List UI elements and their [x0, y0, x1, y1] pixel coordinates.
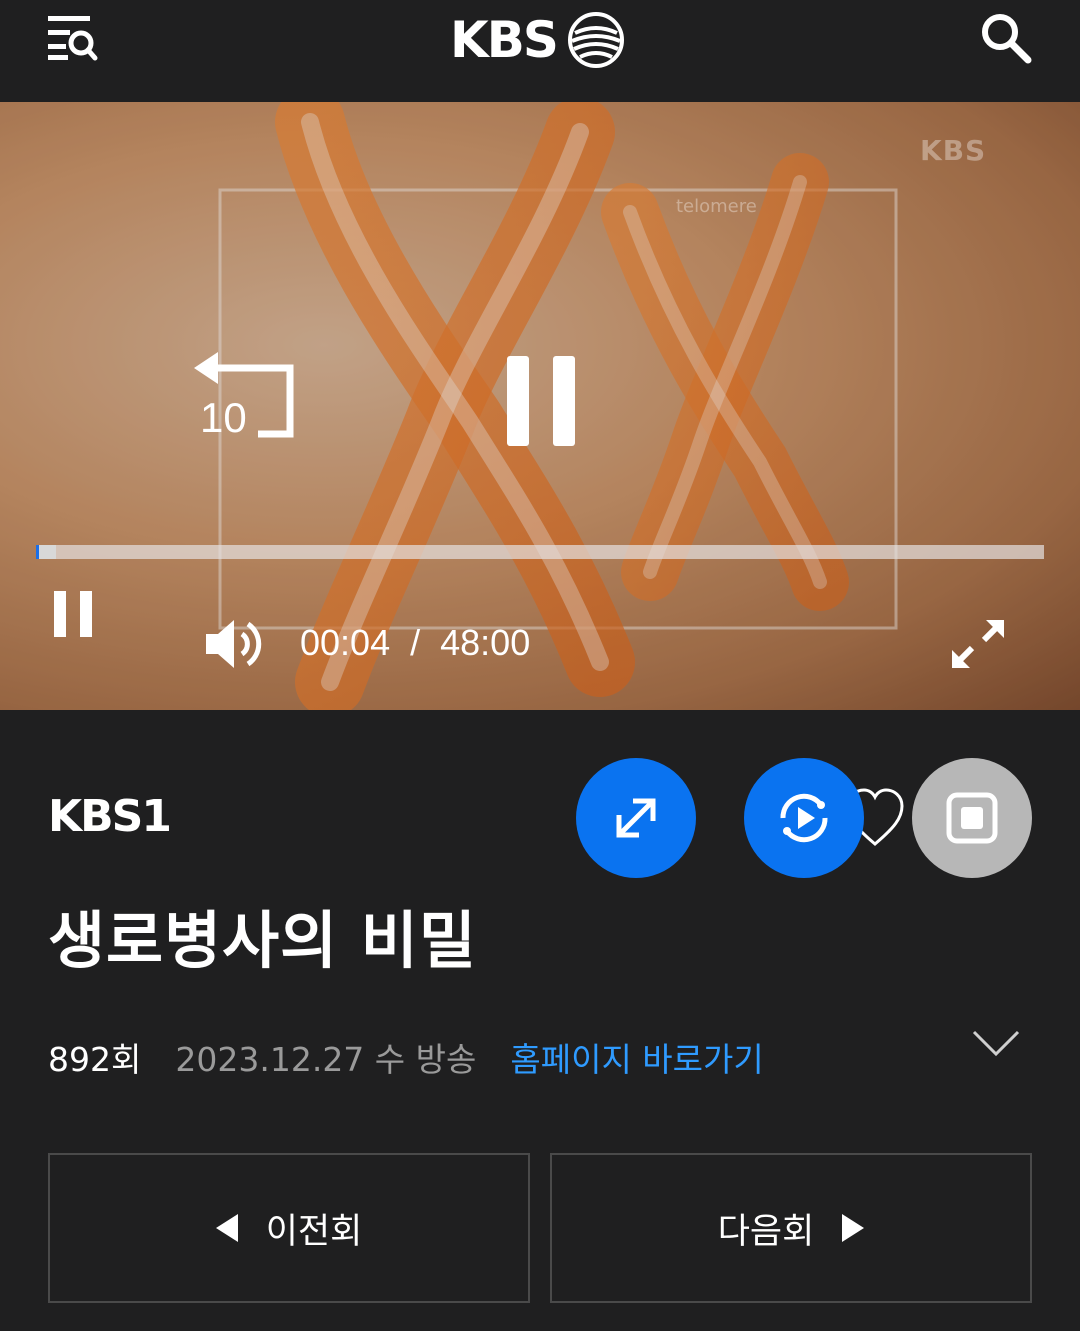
progress-bar[interactable] [36, 545, 1044, 559]
broadcaster-watermark: KBS [920, 134, 987, 167]
video-player[interactable]: KBS telomere 10 00:04 / 48:00 [0, 102, 1080, 710]
logo-text: KBS [450, 11, 559, 69]
previous-episode-button[interactable]: 이전회 [48, 1153, 530, 1303]
time-display: 00:04 / 48:00 [300, 622, 530, 664]
air-date: 2023.12.27 수 방송 [175, 1040, 477, 1079]
auto-play-button[interactable] [744, 758, 864, 878]
next-episode-button[interactable]: 다음회 [550, 1153, 1032, 1303]
search-icon[interactable] [976, 8, 1036, 68]
episode-number: 892회 [48, 1040, 142, 1079]
center-pause-button[interactable] [505, 356, 577, 446]
pause-button[interactable] [54, 591, 92, 637]
time-separator: / [410, 622, 421, 663]
video-overlay-label: telomere [676, 196, 757, 217]
expand-button[interactable] [576, 758, 696, 878]
homepage-link[interactable]: 홈페이지 바로가기 [510, 1033, 763, 1081]
volume-icon[interactable] [204, 618, 266, 670]
stop-icon [946, 792, 998, 844]
rewind-seconds-label: 10 [200, 394, 247, 441]
channel-logo-text: KBS1 [48, 790, 172, 842]
top-bar: KBS [0, 0, 1080, 102]
menu-search-icon[interactable] [44, 12, 100, 64]
progress-head [36, 545, 39, 559]
chevron-down-icon[interactable] [970, 1024, 1022, 1060]
expand-arrows-icon [616, 798, 656, 838]
arrow-left-icon [215, 1214, 238, 1242]
kbs-globe-icon [567, 12, 624, 68]
progress-fill [36, 545, 57, 559]
stop-button[interactable] [912, 758, 1032, 878]
duration: 48:00 [440, 622, 531, 663]
program-title: 생로병사의 비밀 [48, 904, 477, 977]
kbs-logo[interactable]: KBS [450, 10, 625, 70]
replay-play-icon [780, 793, 828, 843]
episode-meta: 892회 2023.12.27 수 방송 홈페이지 바로가기 [48, 1033, 764, 1081]
channel-logo: KBS1 [48, 790, 172, 842]
next-episode-label: 다음회 [717, 1211, 815, 1252]
arrow-right-icon [842, 1214, 865, 1242]
previous-episode-label: 이전회 [265, 1211, 363, 1252]
fullscreen-icon[interactable] [950, 618, 1006, 670]
current-time: 00:04 [300, 622, 391, 663]
